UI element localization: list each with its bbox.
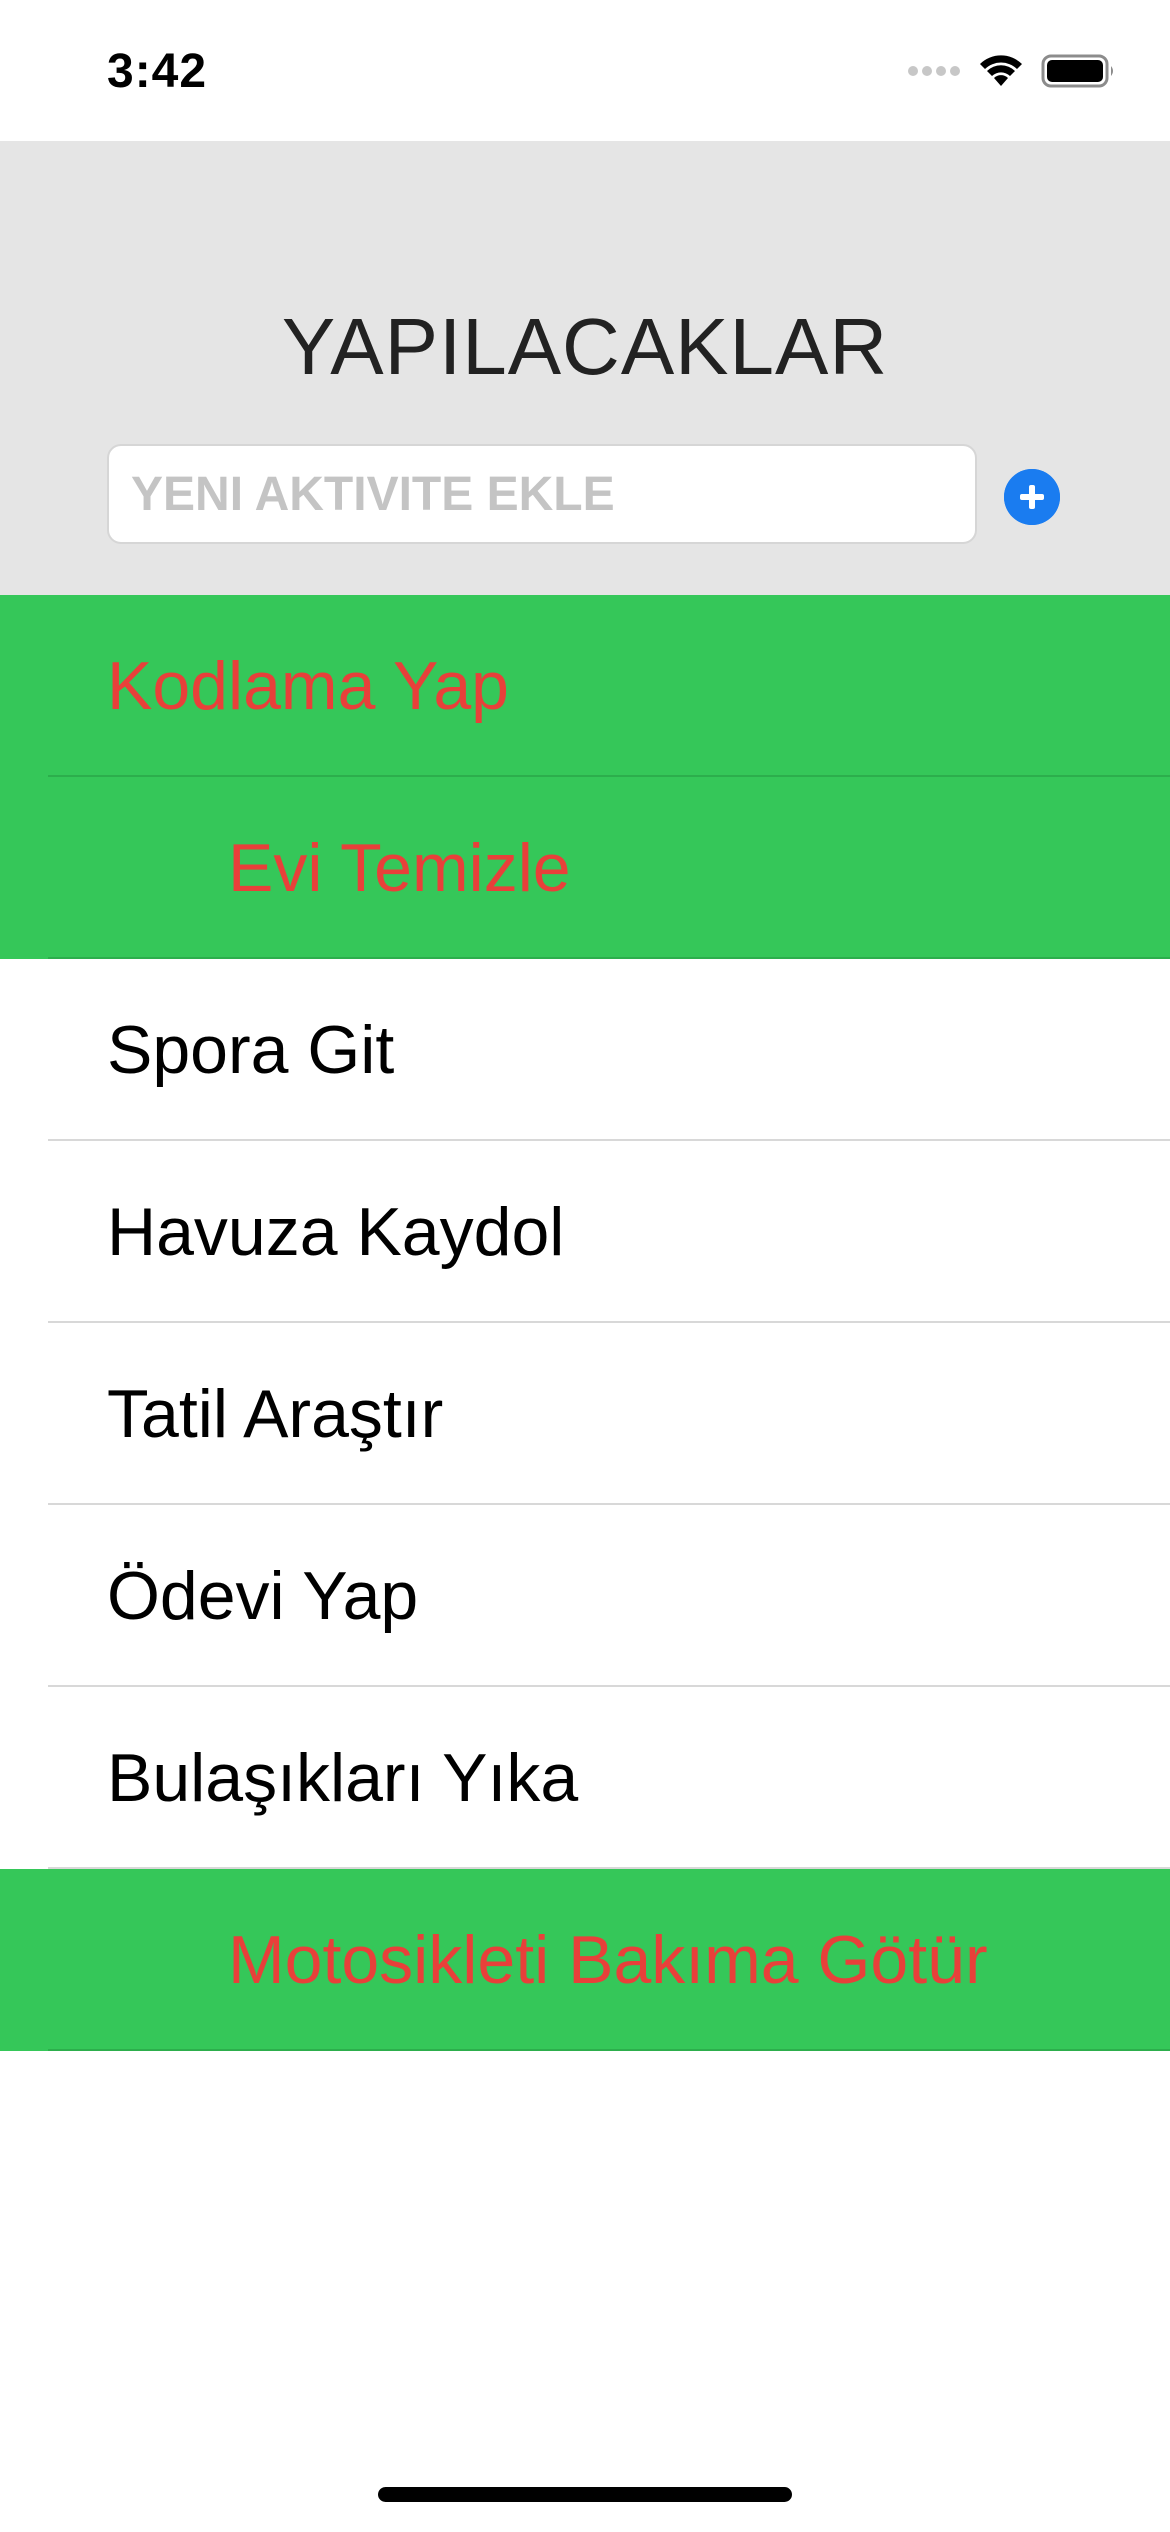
task-row[interactable]: Motosikleti Bakıma Götür bbox=[0, 1869, 1170, 2051]
task-label: Kodlama Yap bbox=[107, 648, 509, 724]
task-label: Havuza Kaydol bbox=[107, 1194, 565, 1270]
page-title: YAPILACAKLAR bbox=[281, 302, 889, 391]
home-indicator bbox=[378, 2487, 792, 2502]
row-separator bbox=[48, 2049, 1170, 2051]
status-time: 3:42 bbox=[107, 45, 208, 98]
add-activity-button[interactable] bbox=[1004, 469, 1060, 525]
header-panel: YAPILACAKLAR bbox=[0, 141, 1170, 595]
task-row[interactable]: Ödevi Yap bbox=[0, 1505, 1170, 1687]
task-label: Bulaşıkları Yıka bbox=[107, 1740, 579, 1816]
task-row[interactable]: Tatil Araştır bbox=[0, 1323, 1170, 1505]
task-row[interactable]: Bulaşıkları Yıka bbox=[0, 1687, 1170, 1869]
app-screen: 3:42 YAPILACAKLAR YENI AKTIVITE EKLE Kod… bbox=[0, 0, 1170, 2532]
wifi-icon bbox=[977, 53, 1025, 94]
task-row[interactable]: Evi Temizle bbox=[0, 777, 1170, 959]
status-icons bbox=[907, 52, 1117, 94]
task-row[interactable]: Kodlama Yap bbox=[0, 595, 1170, 777]
task-label: Tatil Araştır bbox=[107, 1376, 444, 1452]
task-row[interactable]: Spora Git bbox=[0, 959, 1170, 1141]
status-bar: 3:42 bbox=[0, 0, 1170, 141]
cellular-signal-icon bbox=[907, 64, 961, 83]
new-activity-input[interactable] bbox=[107, 444, 977, 544]
task-list: Kodlama Yap Evi Temizle Spora Git Havuza Ka… bbox=[0, 595, 1170, 2051]
plus-circle-icon bbox=[1004, 469, 1060, 525]
task-label: Spora Git bbox=[107, 1012, 395, 1088]
task-label: Ödevi Yap bbox=[107, 1558, 419, 1634]
battery-icon bbox=[1041, 53, 1117, 94]
task-label: Evi Temizle bbox=[228, 830, 571, 906]
task-row[interactable]: Havuza Kaydol bbox=[0, 1141, 1170, 1323]
task-label: Motosikleti Bakıma Götür bbox=[228, 1922, 988, 1998]
